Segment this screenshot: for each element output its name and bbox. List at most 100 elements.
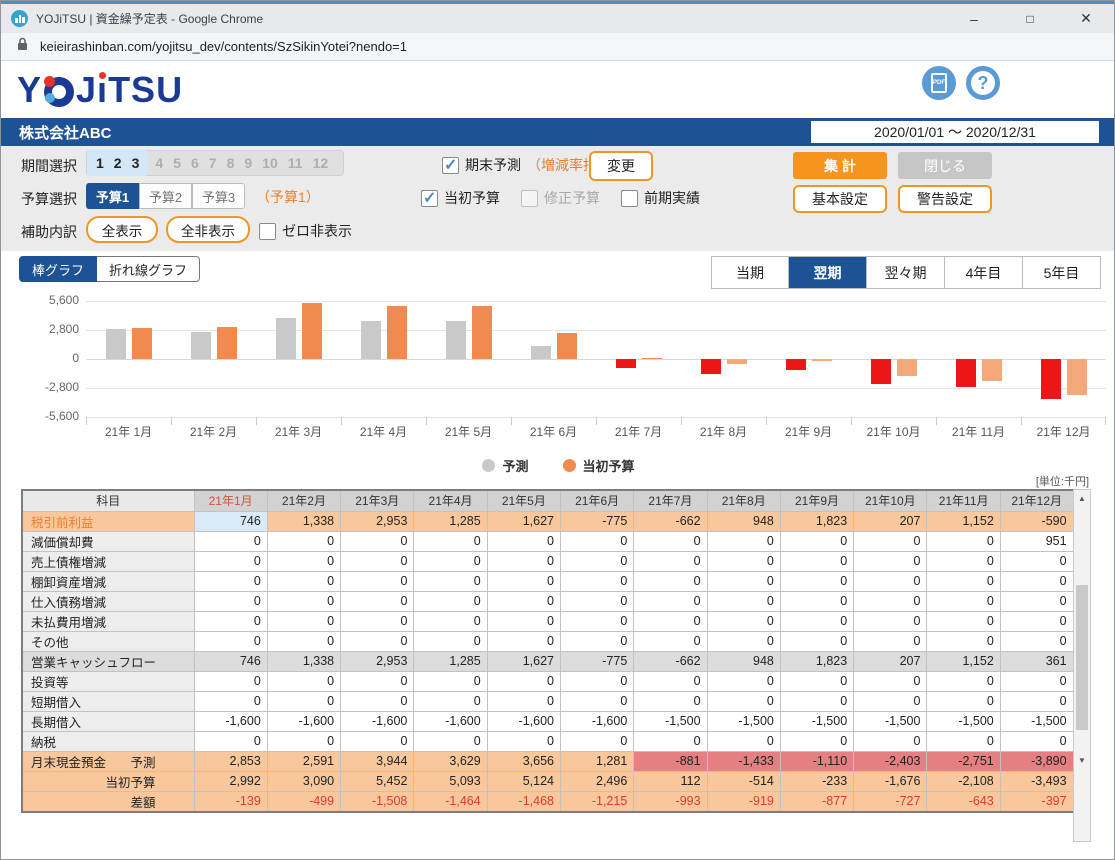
cell-r12-m1[interactable]: 0 <box>194 731 267 751</box>
cell-r2-m9[interactable]: 0 <box>780 531 853 551</box>
cell-r9-m8[interactable]: 0 <box>707 671 780 691</box>
cell-r4-m10[interactable]: 0 <box>854 571 927 591</box>
cell-r14-m4[interactable]: 5,093 <box>414 771 487 791</box>
cell-r13-m2[interactable]: 2,591 <box>267 751 340 771</box>
cell-r7-m11[interactable]: 0 <box>927 631 1000 651</box>
cell-r11-m1[interactable]: -1,600 <box>194 711 267 731</box>
cell-r5-m9[interactable]: 0 <box>780 591 853 611</box>
cell-r4-m7[interactable]: 0 <box>634 571 707 591</box>
cell-r15-m12[interactable]: -397 <box>1000 791 1073 812</box>
month-option-1[interactable]: 1 <box>91 155 109 171</box>
cell-r14-m8[interactable]: -514 <box>707 771 780 791</box>
cell-r15-m8[interactable]: -919 <box>707 791 780 812</box>
cell-r8-m12[interactable]: 361 <box>1000 651 1073 671</box>
cell-r1-m5[interactable]: 1,627 <box>487 511 560 531</box>
cell-r8-m1[interactable]: 746 <box>194 651 267 671</box>
cell-r7-m6[interactable]: 0 <box>560 631 633 651</box>
cell-r12-m9[interactable]: 0 <box>780 731 853 751</box>
cell-r13-m10[interactable]: -2,403 <box>854 751 927 771</box>
cell-r3-m12[interactable]: 0 <box>1000 551 1073 571</box>
cell-r5-m2[interactable]: 0 <box>267 591 340 611</box>
cell-r11-m9[interactable]: -1,500 <box>780 711 853 731</box>
cell-r2-m6[interactable]: 0 <box>560 531 633 551</box>
cell-r3-m6[interactable]: 0 <box>560 551 633 571</box>
cell-r2-m8[interactable]: 0 <box>707 531 780 551</box>
cell-r6-m9[interactable]: 0 <box>780 611 853 631</box>
cell-r4-m2[interactable]: 0 <box>267 571 340 591</box>
close-page-button[interactable]: 閉じる <box>898 152 992 179</box>
tab-line-chart[interactable]: 折れ線グラフ <box>97 256 200 282</box>
cell-r13-m3[interactable]: 3,944 <box>341 751 414 771</box>
cell-r5-m7[interactable]: 0 <box>634 591 707 611</box>
cell-r9-m10[interactable]: 0 <box>854 671 927 691</box>
cell-r2-m4[interactable]: 0 <box>414 531 487 551</box>
cell-r10-m5[interactable]: 0 <box>487 691 560 711</box>
cell-r11-m10[interactable]: -1,500 <box>854 711 927 731</box>
budget-button-予算1[interactable]: 予算1 <box>86 183 139 209</box>
table-scrollbar[interactable]: ▲ ▼ <box>1073 489 1091 842</box>
cell-r8-m11[interactable]: 1,152 <box>927 651 1000 671</box>
scroll-down-icon[interactable]: ▼ <box>1074 753 1090 768</box>
cell-r9-m4[interactable]: 0 <box>414 671 487 691</box>
cell-r14-m1[interactable]: 2,992 <box>194 771 267 791</box>
warning-settings-button[interactable]: 警告設定 <box>898 185 992 213</box>
period-tab-5[interactable]: 5年目 <box>1023 256 1101 289</box>
cell-r11-m11[interactable]: -1,500 <box>927 711 1000 731</box>
cell-r10-m11[interactable]: 0 <box>927 691 1000 711</box>
month-option-8[interactable]: 8 <box>222 155 240 171</box>
cell-r14-m6[interactable]: 2,496 <box>560 771 633 791</box>
cell-r2-m5[interactable]: 0 <box>487 531 560 551</box>
cell-r6-m6[interactable]: 0 <box>560 611 633 631</box>
cell-r5-m3[interactable]: 0 <box>341 591 414 611</box>
cell-r4-m3[interactable]: 0 <box>341 571 414 591</box>
cell-r10-m10[interactable]: 0 <box>854 691 927 711</box>
cell-r4-m5[interactable]: 0 <box>487 571 560 591</box>
cell-r11-m4[interactable]: -1,600 <box>414 711 487 731</box>
period-tab-1[interactable]: 当期 <box>711 256 789 289</box>
cell-r6-m12[interactable]: 0 <box>1000 611 1073 631</box>
initial-budget-checkbox[interactable] <box>421 190 438 207</box>
cell-r11-m8[interactable]: -1,500 <box>707 711 780 731</box>
cell-r10-m1[interactable]: 0 <box>194 691 267 711</box>
cell-r12-m8[interactable]: 0 <box>707 731 780 751</box>
cell-r3-m8[interactable]: 0 <box>707 551 780 571</box>
cell-r12-m6[interactable]: 0 <box>560 731 633 751</box>
cell-r10-m3[interactable]: 0 <box>341 691 414 711</box>
cell-r2-m3[interactable]: 0 <box>341 531 414 551</box>
cell-r1-m8[interactable]: 948 <box>707 511 780 531</box>
cell-r13-m6[interactable]: 1,281 <box>560 751 633 771</box>
cell-r11-m3[interactable]: -1,600 <box>341 711 414 731</box>
cell-r1-m1[interactable]: 746 <box>194 511 267 531</box>
cell-r14-m2[interactable]: 3,090 <box>267 771 340 791</box>
cell-r12-m10[interactable]: 0 <box>854 731 927 751</box>
cell-r5-m1[interactable]: 0 <box>194 591 267 611</box>
cell-r14-m3[interactable]: 5,452 <box>341 771 414 791</box>
month-option-3[interactable]: 3 <box>127 155 145 171</box>
cell-r12-m3[interactable]: 0 <box>341 731 414 751</box>
cell-r7-m1[interactable]: 0 <box>194 631 267 651</box>
help-button[interactable]: ? <box>966 66 1000 100</box>
budget-button-予算2[interactable]: 予算2 <box>139 183 192 209</box>
cell-r2-m1[interactable]: 0 <box>194 531 267 551</box>
cell-r12-m5[interactable]: 0 <box>487 731 560 751</box>
cell-r4-m11[interactable]: 0 <box>927 571 1000 591</box>
cell-r4-m9[interactable]: 0 <box>780 571 853 591</box>
cell-r3-m11[interactable]: 0 <box>927 551 1000 571</box>
fiscal-date-range[interactable]: 2020/01/01 ～ 2020/12/31 <box>811 121 1099 143</box>
cell-r15-m11[interactable]: -643 <box>927 791 1000 812</box>
month-option-2[interactable]: 2 <box>109 155 127 171</box>
cell-r5-m5[interactable]: 0 <box>487 591 560 611</box>
cell-r11-m5[interactable]: -1,600 <box>487 711 560 731</box>
basic-settings-button[interactable]: 基本設定 <box>793 185 887 213</box>
cell-r6-m3[interactable]: 0 <box>341 611 414 631</box>
cell-r10-m6[interactable]: 0 <box>560 691 633 711</box>
cell-r5-m4[interactable]: 0 <box>414 591 487 611</box>
year-end-forecast-checkbox[interactable] <box>442 157 459 174</box>
cell-r8-m2[interactable]: 1,338 <box>267 651 340 671</box>
tab-bar-chart[interactable]: 棒グラフ <box>19 256 97 282</box>
cell-r7-m3[interactable]: 0 <box>341 631 414 651</box>
month-option-6[interactable]: 6 <box>186 155 204 171</box>
cell-r5-m11[interactable]: 0 <box>927 591 1000 611</box>
cell-r3-m5[interactable]: 0 <box>487 551 560 571</box>
cell-r6-m10[interactable]: 0 <box>854 611 927 631</box>
